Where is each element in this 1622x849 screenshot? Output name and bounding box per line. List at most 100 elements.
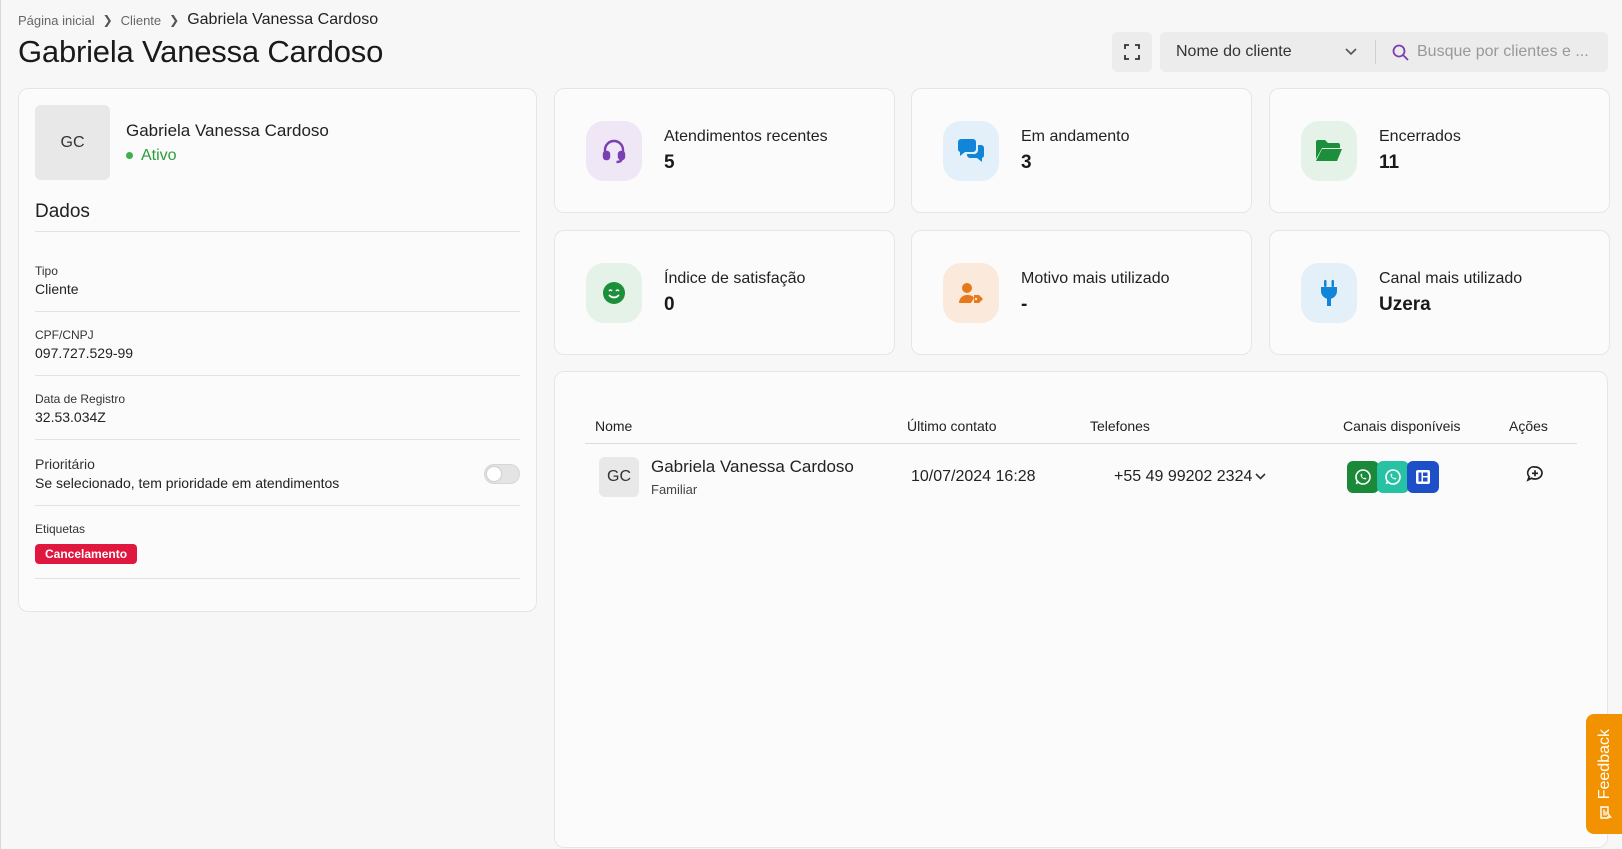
stat-card-encerrados: Encerrados 11 [1269, 88, 1610, 213]
stat-label: Em andamento [1021, 127, 1130, 145]
search-icon [1392, 44, 1409, 61]
feedback-tab[interactable]: Feedback [1586, 714, 1622, 834]
breadcrumb-home[interactable]: Página inicial [18, 13, 95, 28]
chevron-down-icon [1255, 472, 1266, 480]
chat-bubbles-icon [957, 138, 985, 162]
webchat-icon [1416, 469, 1430, 484]
field-value: 097.727.529-99 [35, 345, 134, 361]
chevron-right-icon: ❯ [102, 13, 113, 27]
plug-icon [1321, 279, 1337, 306]
stat-label: Motivo mais utilizado [1021, 269, 1170, 287]
folder-open-icon [1316, 139, 1342, 161]
feedback-icon [1599, 805, 1612, 819]
breadcrumb: Página inicial ❯ Cliente ❯ Gabriela Vane… [18, 10, 1608, 30]
client-profile-card: GC Gabriela Vanessa Cardoso Ativo Dados … [18, 88, 537, 612]
status-text: Ativo [141, 146, 177, 164]
stat-value: - [1021, 293, 1028, 315]
field-tipo: Tipo Cliente [35, 232, 520, 312]
tag-badge[interactable]: Cancelamento [35, 544, 138, 564]
headset-icon [602, 139, 626, 163]
row-channels [1343, 460, 1509, 493]
field-cpf-cnpj: CPF/CNPJ 097.727.529-99 [35, 312, 520, 376]
fullscreen-button[interactable] [1112, 32, 1152, 72]
stat-card-indice-satisfacao: Índice de satisfação 0 [554, 230, 895, 355]
stat-card-em-andamento: Em andamento 3 [911, 88, 1252, 213]
message-add-icon[interactable] [1526, 465, 1544, 483]
col-header-nome[interactable]: Nome [585, 418, 907, 434]
stat-card-atendimentos-recentes: Atendimentos recentes 5 [554, 88, 895, 213]
tags-label: Etiquetas [35, 522, 86, 536]
breadcrumb-current: Gabriela Vanessa Cardoso [187, 11, 379, 28]
stat-icon-wrap [1301, 262, 1357, 323]
channel-webchat-button[interactable] [1407, 460, 1439, 493]
feedback-label: Feedback [1596, 729, 1613, 800]
top-actions: Nome do cliente Busque por clientes e ..… [1112, 32, 1608, 72]
search-input[interactable]: Busque por clientes e ... [1376, 43, 1608, 61]
stat-value: 5 [664, 151, 675, 173]
status-dot-icon [126, 152, 133, 159]
smile-icon [603, 281, 625, 304]
field-value: 32.53.034Z [35, 409, 106, 425]
chevron-right-icon: ❯ [169, 13, 180, 27]
priority-label: Prioritário [35, 456, 95, 472]
priority-description: Se selecionado, tem prioridade em atendi… [35, 475, 340, 491]
stat-icon-wrap [943, 262, 999, 323]
priority-toggle[interactable] [484, 463, 520, 484]
stat-value: 11 [1379, 151, 1400, 173]
stat-value: 0 [664, 293, 675, 315]
col-header-acoes: Ações [1509, 417, 1548, 434]
stat-label: Atendimentos recentes [664, 127, 828, 145]
contacts-table-card: Nome Último contato Telefones Canais dis… [554, 371, 1608, 848]
field-etiquetas: Etiquetas Cancelamento [35, 506, 520, 579]
avatar: GC [599, 456, 639, 497]
stat-card-motivo-mais-utilizado: Motivo mais utilizado - [911, 230, 1252, 355]
status-badge: Ativo [126, 147, 329, 165]
search-filter-select[interactable]: Nome do cliente [1160, 40, 1376, 64]
profile-name: Gabriela Vanessa Cardoso [126, 120, 329, 140]
whatsapp-business-icon [1385, 468, 1401, 485]
table-header: Nome Último contato Telefones Canais dis… [585, 408, 1577, 444]
top-bar: Página inicial ❯ Cliente ❯ Gabriela Vane… [18, 10, 1608, 72]
stat-value: Uzera [1379, 293, 1431, 315]
stat-icon-wrap [943, 120, 999, 181]
stat-icon-wrap [586, 262, 642, 323]
field-data-registro: Data de Registro 32.53.034Z [35, 376, 520, 440]
col-header-canais[interactable]: Canais disponíveis [1343, 418, 1509, 434]
row-phone-select[interactable]: +55 49 99202 2324 [1090, 468, 1343, 486]
field-prioritario: Prioritário Se selecionado, tem priorida… [35, 440, 520, 506]
table-row[interactable]: GC Gabriela Vanessa Cardoso Familiar 10/… [585, 444, 1577, 509]
fullscreen-icon [1124, 44, 1140, 60]
channel-whatsapp-button[interactable] [1347, 460, 1379, 493]
breadcrumb-section[interactable]: Cliente [121, 13, 161, 28]
profile-header: GC Gabriela Vanessa Cardoso Ativo [35, 105, 520, 180]
row-relation: Familiar [651, 481, 698, 497]
row-cell-nome: GC Gabriela Vanessa Cardoso Familiar [585, 456, 907, 497]
col-header-ultimo-contato[interactable]: Último contato [907, 418, 1090, 434]
col-header-telefones[interactable]: Telefones [1090, 418, 1343, 434]
field-label: Tipo [35, 264, 58, 278]
channel-whatsapp-business-button[interactable] [1377, 460, 1409, 493]
field-label: Data de Registro [35, 392, 126, 406]
field-label: CPF/CNPJ [35, 328, 94, 342]
whatsapp-icon [1355, 468, 1371, 485]
stat-card-canal-mais-utilizado: Canal mais utilizado Uzera [1269, 230, 1610, 355]
field-value: Cliente [35, 281, 79, 297]
toggle-knob [487, 466, 501, 481]
row-phone: +55 49 99202 2324 [1114, 467, 1253, 485]
chevron-down-icon [1345, 48, 1357, 56]
search-filter-value: Nome do cliente [1176, 43, 1292, 60]
row-last-contact: 10/07/2024 16:28 [911, 467, 1036, 485]
stat-icon-wrap [586, 120, 642, 181]
stat-value: 3 [1021, 151, 1032, 173]
avatar: GC [35, 105, 110, 180]
profile-info: Gabriela Vanessa Cardoso Ativo [126, 121, 329, 165]
stat-icon-wrap [1301, 120, 1357, 181]
row-actions [1509, 465, 1569, 488]
stat-label: Índice de satisfação [664, 269, 806, 287]
search-placeholder: Busque por clientes e ... [1417, 43, 1589, 60]
section-title-dados: Dados [35, 201, 520, 232]
search-bar: Nome do cliente Busque por clientes e ..… [1160, 32, 1608, 72]
row-name: Gabriela Vanessa Cardoso [651, 456, 854, 476]
stat-label: Canal mais utilizado [1379, 269, 1523, 287]
user-tag-icon [959, 282, 983, 303]
